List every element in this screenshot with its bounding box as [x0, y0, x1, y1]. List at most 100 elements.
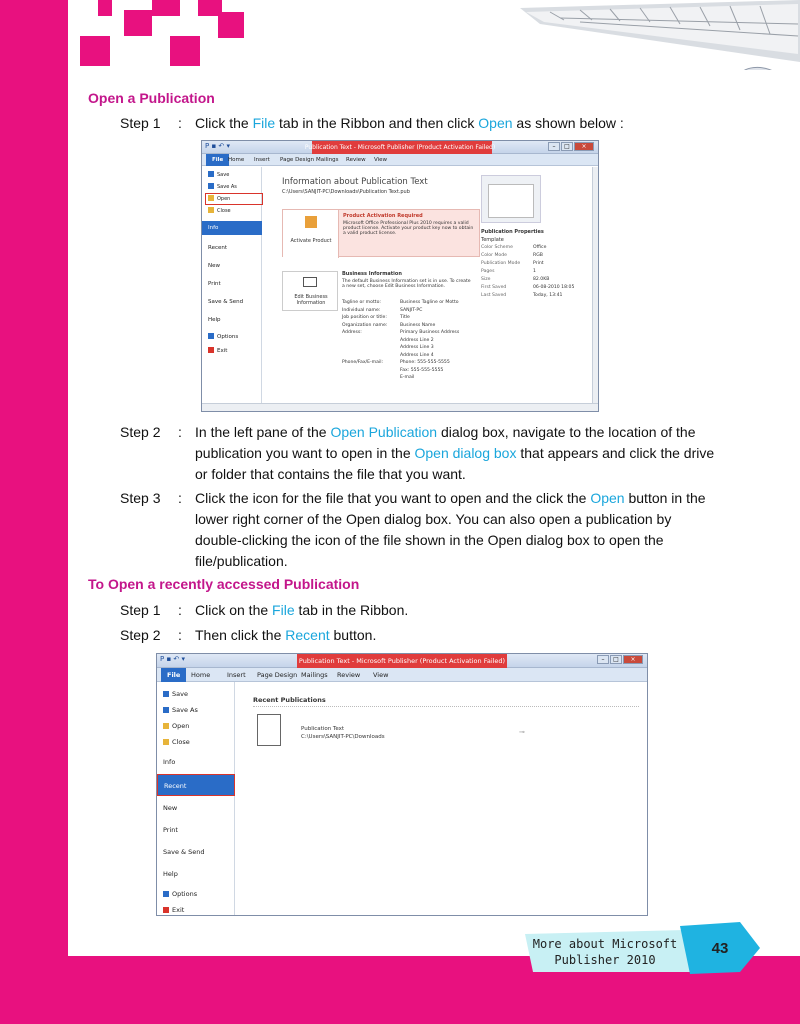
pin-icon[interactable]: ⊸ [519, 728, 525, 736]
tab-file[interactable]: File [161, 668, 187, 682]
menu-recent[interactable]: Recent [208, 245, 227, 251]
menu-label: Options [172, 890, 198, 898]
business-field-label: Individual name: [342, 307, 381, 313]
menu-new[interactable]: New [208, 263, 220, 269]
tab-view[interactable]: View [374, 154, 387, 166]
menu-save-send[interactable]: Save & Send [163, 848, 205, 856]
tab-review[interactable]: Review [346, 154, 366, 166]
publisher-info-screenshot: Publication Text - Microsoft Publisher (… [201, 140, 599, 412]
footer-line2: Publisher 2010 [554, 953, 656, 967]
window-titlebar: Publication Text - Microsoft Publisher (… [202, 141, 598, 154]
tab-review[interactable]: Review [337, 668, 360, 682]
window-title: Publication Text - Microsoft Publisher (… [298, 657, 506, 665]
minimize-icon[interactable]: – [548, 142, 560, 151]
activate-button[interactable]: Activate Product [283, 210, 339, 258]
open-highlight-box [205, 193, 263, 205]
menu-label: Info [208, 225, 219, 231]
menu-exit[interactable]: Exit [208, 347, 227, 354]
step-label: Step 1 [120, 115, 161, 131]
menu-close[interactable]: Close [208, 207, 231, 214]
menu-help[interactable]: Help [208, 317, 221, 323]
property-value: Print [533, 261, 544, 266]
menu-save[interactable]: Save [208, 171, 229, 178]
close-icon[interactable]: × [623, 655, 643, 664]
tab-insert[interactable]: Insert [227, 668, 246, 682]
menu-print[interactable]: Print [208, 281, 221, 287]
tab-home[interactable]: Home [228, 154, 244, 166]
menu-label: Exit [172, 906, 185, 914]
close-icon [208, 207, 214, 213]
backstage-menu: Save Save As Open Close Info Recent New Print Sa… [202, 167, 263, 411]
business-info-text: The default Business Information set is … [342, 279, 471, 289]
property-label: First Saved [481, 285, 507, 290]
highlight-term: Open dialog box [414, 445, 517, 461]
business-field-label: Tagline or motto: [342, 300, 381, 305]
deco-square [80, 36, 110, 66]
business-field-value: Title [400, 315, 410, 320]
exit-icon [208, 347, 214, 353]
section-heading-recent: To Open a recently accessed Publication [88, 576, 360, 592]
menu-print[interactable]: Print [163, 826, 178, 834]
tab-file[interactable]: File [206, 154, 230, 166]
menu-label: Close [172, 738, 190, 746]
menu-info[interactable]: Info [202, 221, 262, 235]
maximize-icon[interactable]: □ [561, 142, 573, 151]
tab-page-design[interactable]: Page Design [280, 154, 314, 166]
menu-label: Options [217, 334, 239, 340]
publisher-recent-screenshot: Publication Text - Microsoft Publisher (… [156, 653, 648, 916]
horizontal-scrollbar[interactable] [202, 403, 598, 411]
menu-label: New [163, 804, 178, 812]
deco-square [170, 36, 200, 66]
step-text: In the left pane of the Open Publication… [195, 422, 715, 485]
vertical-scrollbar[interactable] [592, 167, 598, 405]
highlight-term: Recent [285, 627, 330, 643]
info-title: Information about Publication Text [282, 177, 428, 187]
activation-title: Product Activation Required [343, 213, 423, 219]
business-field-value: Business Tagline or Motto [400, 300, 459, 305]
menu-open[interactable]: Open [163, 722, 189, 730]
menu-new[interactable]: New [163, 804, 177, 812]
menu-close[interactable]: Close [163, 738, 190, 746]
business-field-label: Phone/Fax/E-mail: [342, 360, 384, 365]
tab-mailings[interactable]: Mailings [301, 668, 328, 682]
recent-item[interactable]: Publication Text C:\Users\SANJIT-PC\Down… [253, 712, 553, 748]
step-text-part: Click the [195, 115, 253, 131]
tab-page-design[interactable]: Page Design [257, 668, 297, 682]
save-icon [163, 691, 169, 697]
publication-thumbnail [481, 175, 541, 223]
property-label: Last Saved [481, 293, 507, 298]
section-heading: Open a Publication [88, 90, 215, 106]
business-field-value: Address Line 3 [400, 345, 434, 350]
menu-save-send[interactable]: Save & Send [208, 299, 243, 305]
menu-options[interactable]: Options [208, 333, 238, 340]
tab-view[interactable]: View [373, 668, 388, 682]
edit-business-button[interactable]: Edit Business Information [282, 271, 338, 311]
menu-save[interactable]: Save [163, 690, 188, 698]
activate-label: Activate Product [290, 238, 332, 244]
menu-help[interactable]: Help [163, 870, 178, 878]
menu-save-as[interactable]: Save As [163, 706, 198, 714]
step-text-part: Click the icon for the file that you wan… [195, 490, 591, 506]
menu-exit[interactable]: Exit [163, 906, 184, 914]
menu-label: Help [163, 870, 178, 878]
property-value: 1 [533, 269, 536, 274]
menu-label: Recent [208, 245, 228, 251]
property-label: Size [481, 277, 491, 282]
properties-title: Publication Properties [481, 229, 544, 235]
minimize-icon[interactable]: – [597, 655, 609, 664]
tab-home[interactable]: Home [191, 668, 210, 682]
close-icon[interactable]: × [574, 142, 594, 151]
properties-list: Color Scheme Office Color Mode RGB Publicati… [481, 245, 591, 315]
menu-options[interactable]: Options [163, 890, 197, 898]
tab-mailings[interactable]: Mailings [316, 154, 339, 166]
menu-recent[interactable]: Recent [157, 774, 235, 796]
menu-label: Open [172, 722, 190, 730]
business-card-icon [303, 277, 317, 287]
save-as-icon [208, 183, 214, 189]
step-colon: : [178, 424, 182, 440]
maximize-icon[interactable]: □ [610, 655, 622, 664]
business-field-value: Address Line 2 [400, 337, 434, 343]
tab-insert[interactable]: Insert [254, 154, 270, 166]
menu-save-as[interactable]: Save As [208, 183, 237, 190]
menu-info[interactable]: Info [163, 758, 175, 766]
